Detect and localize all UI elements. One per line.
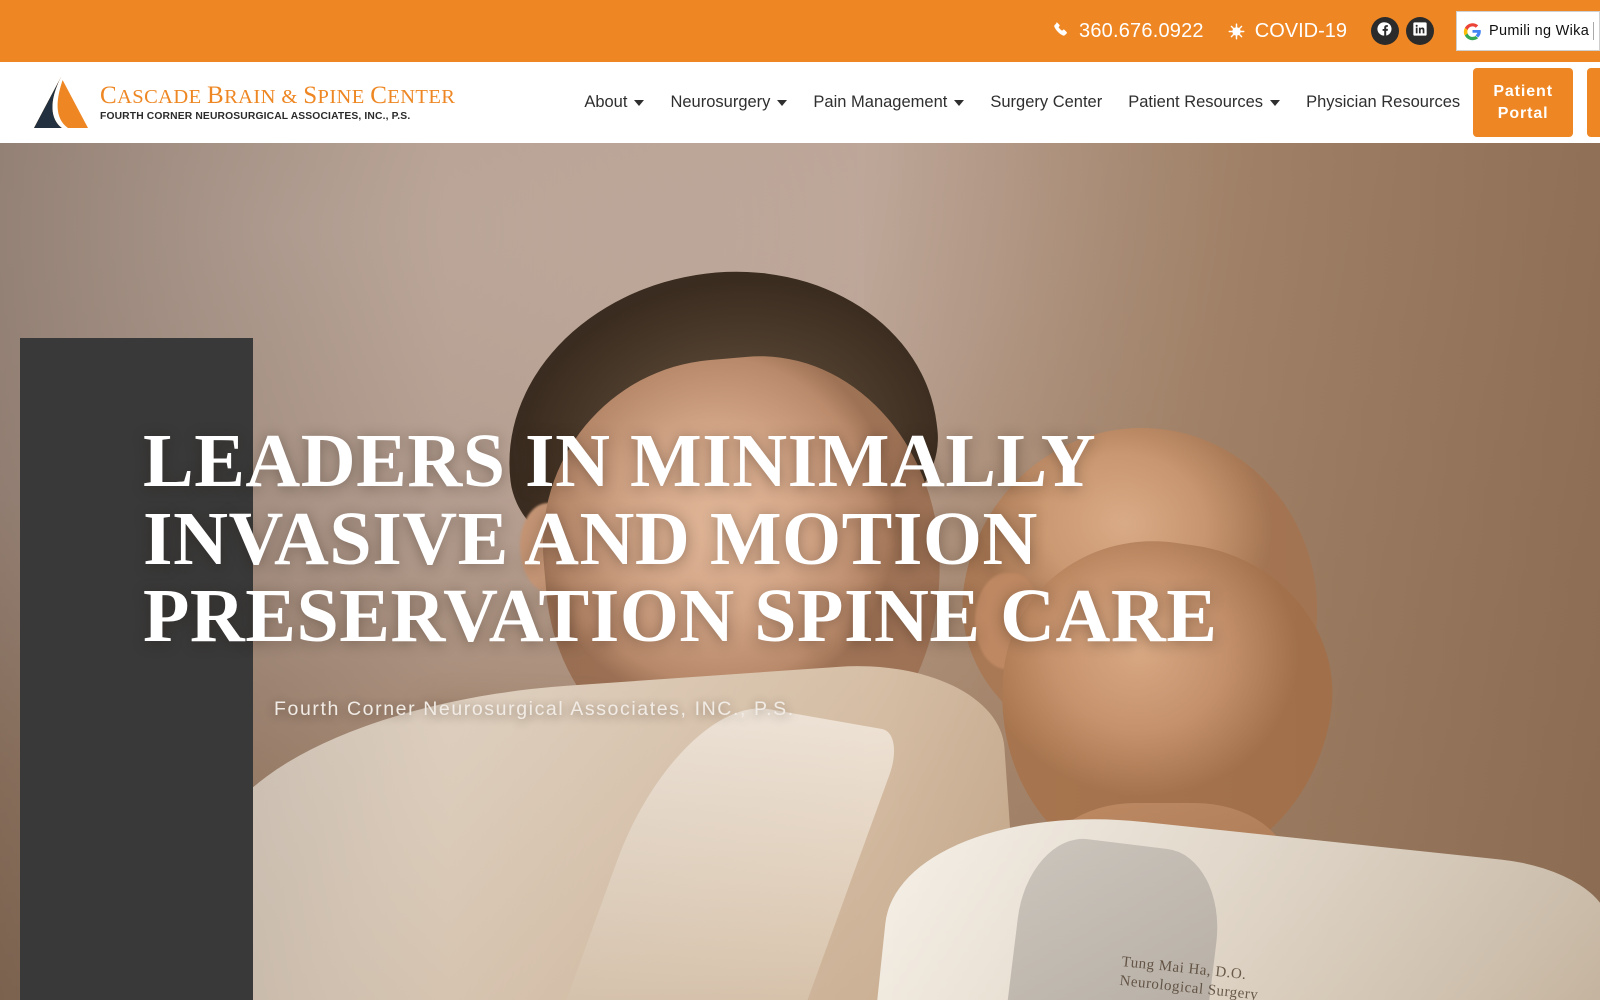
hero-heading-line-1: Leaders in Minimally bbox=[143, 419, 1097, 503]
nav-item-surgery-center[interactable]: Surgery Center bbox=[977, 93, 1115, 112]
nav-item-neurosurgery[interactable]: Neurosurgery bbox=[657, 93, 800, 112]
hero-heading-line-3: Preservation Spine Care bbox=[143, 574, 1218, 659]
hero-content: Leaders in Minimally Invasive and Motion… bbox=[143, 419, 1218, 721]
patient-portal-line1: Patient bbox=[1493, 82, 1553, 100]
hero-heading: Leaders in Minimally Invasive and Motion… bbox=[143, 419, 1218, 659]
logo-subtitle: FOURTH CORNER NEUROSURGICAL ASSOCIATES, … bbox=[100, 111, 411, 123]
main-navigation: About Neurosurgery Pain Management Surge… bbox=[571, 93, 1473, 112]
nav-label: About bbox=[584, 93, 628, 111]
chevron-down-icon bbox=[954, 99, 965, 106]
nav-item-patient-resources[interactable]: Patient Resources bbox=[1115, 93, 1293, 112]
covid-link[interactable]: COVID-19 bbox=[1228, 20, 1347, 43]
phone-number: 360.676.0922 bbox=[1079, 19, 1204, 42]
facebook-icon bbox=[1377, 21, 1393, 42]
hero-subtitle: Fourth Corner Neurosurgical Associates, … bbox=[274, 697, 795, 720]
hero-heading-line-2: Invasive and Motion bbox=[143, 496, 1038, 581]
logo-title: CASCADE BRAIN & SPINE CENTER bbox=[100, 81, 456, 109]
site-header: CASCADE BRAIN & SPINE CENTER FOURTH CORN… bbox=[0, 62, 1600, 143]
hero-section: Tung Mai Ha, D.O. Neurological Surgery L… bbox=[0, 143, 1600, 1000]
nav-item-physician-resources[interactable]: Physician Resources bbox=[1293, 93, 1473, 112]
covid-label: COVID-19 bbox=[1254, 19, 1347, 42]
phone-icon bbox=[1053, 22, 1070, 42]
nav-label: Neurosurgery bbox=[670, 93, 771, 111]
chevron-down-icon bbox=[1270, 99, 1281, 106]
nav-item-pain-management[interactable]: Pain Management bbox=[800, 93, 977, 112]
header-cta-group: Patient Portal Telemedicine Check-in bbox=[1473, 67, 1600, 138]
chevron-down-icon bbox=[634, 99, 645, 106]
social-links bbox=[1371, 17, 1434, 45]
telemedicine-checkin-button[interactable]: Telemedicine Check-in bbox=[1587, 67, 1600, 138]
patient-portal-line2: Portal bbox=[1497, 104, 1549, 122]
nav-label: Pain Management bbox=[813, 93, 948, 111]
google-g-icon bbox=[1463, 22, 1482, 41]
nav-label: Patient Resources bbox=[1128, 93, 1264, 111]
translate-select-label: Pumili ng Wika bbox=[1489, 23, 1590, 39]
nav-label: Surgery Center bbox=[990, 93, 1103, 111]
chevron-down-icon bbox=[777, 99, 788, 106]
nav-label: Physician Resources bbox=[1306, 93, 1461, 111]
top-utility-bar: 360.676.0922 COVID-19 Pumili ng Wika bbox=[0, 0, 1600, 62]
linkedin-link[interactable] bbox=[1406, 17, 1434, 45]
virus-icon bbox=[1228, 23, 1245, 40]
linkedin-icon bbox=[1412, 21, 1428, 42]
nav-item-about[interactable]: About bbox=[571, 93, 657, 112]
triangle-logo-icon bbox=[32, 75, 90, 131]
google-translate-widget[interactable]: Pumili ng Wika bbox=[1456, 11, 1600, 51]
translate-separator bbox=[1593, 22, 1595, 40]
site-logo[interactable]: CASCADE BRAIN & SPINE CENTER FOURTH CORN… bbox=[32, 75, 455, 131]
facebook-link[interactable] bbox=[1371, 17, 1399, 45]
phone-link[interactable]: 360.676.0922 bbox=[1053, 20, 1204, 43]
patient-portal-button[interactable]: Patient Portal bbox=[1473, 67, 1574, 138]
